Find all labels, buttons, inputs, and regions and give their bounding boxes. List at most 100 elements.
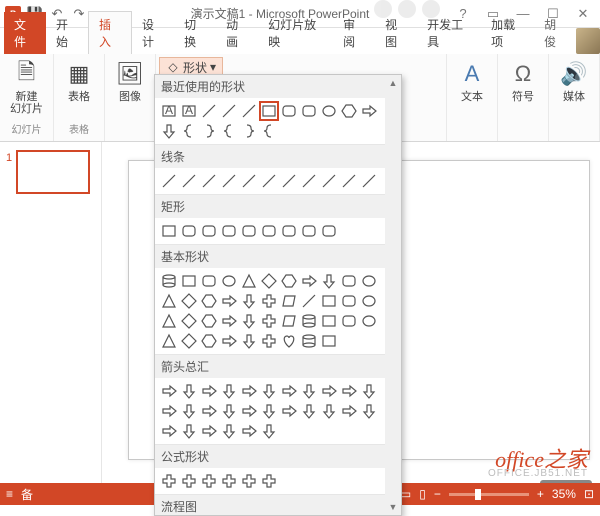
tab-design[interactable]: 设计 bbox=[132, 12, 174, 54]
shape-b16[interactable] bbox=[239, 291, 259, 311]
tab-addins[interactable]: 加载项 bbox=[481, 12, 534, 54]
shape-lbrace[interactable] bbox=[179, 121, 199, 141]
shape-a18[interactable] bbox=[279, 401, 299, 421]
shape-a26[interactable] bbox=[219, 421, 239, 441]
tab-home[interactable]: 开始 bbox=[46, 12, 88, 54]
fit-window-icon[interactable]: ⊡ bbox=[584, 487, 594, 501]
thumbnail-item[interactable]: 1 bbox=[0, 150, 101, 194]
shape-round-rect[interactable] bbox=[279, 101, 299, 121]
table-button[interactable]: ▦ 表格 bbox=[60, 57, 98, 105]
shape-b1[interactable] bbox=[159, 271, 179, 291]
shape-l1[interactable] bbox=[159, 171, 179, 191]
shape-r6[interactable] bbox=[259, 221, 279, 241]
shape-l5[interactable] bbox=[239, 171, 259, 191]
text-button[interactable]: A 文本 bbox=[453, 57, 491, 105]
shape-b13[interactable] bbox=[179, 291, 199, 311]
shape-b5[interactable] bbox=[239, 271, 259, 291]
shape-rect[interactable] bbox=[259, 101, 279, 121]
shape-a20[interactable] bbox=[319, 401, 339, 421]
image-button[interactable]: 🖼 图像 bbox=[111, 57, 149, 105]
notes-label[interactable]: 备 bbox=[21, 486, 33, 503]
shape-l9[interactable] bbox=[319, 171, 339, 191]
shape-l10[interactable] bbox=[339, 171, 359, 191]
shape-b31[interactable] bbox=[319, 311, 339, 331]
shape-r4[interactable] bbox=[219, 221, 239, 241]
shape-b33[interactable] bbox=[359, 311, 379, 331]
shape-a21[interactable] bbox=[339, 401, 359, 421]
zoom-value[interactable]: 35% bbox=[552, 487, 576, 501]
shape-b6[interactable] bbox=[259, 271, 279, 291]
shape-a27[interactable] bbox=[239, 421, 259, 441]
shape-e5[interactable] bbox=[239, 471, 259, 491]
shape-l7[interactable] bbox=[279, 171, 299, 191]
shape-a8[interactable] bbox=[299, 381, 319, 401]
shape-b15[interactable] bbox=[219, 291, 239, 311]
shape-l4[interactable] bbox=[219, 171, 239, 191]
shape-hex[interactable] bbox=[339, 101, 359, 121]
shape-arrow-d[interactable] bbox=[159, 121, 179, 141]
dropdown-scrollbar[interactable]: ▲ ▼ bbox=[385, 75, 401, 515]
shape-b11[interactable] bbox=[359, 271, 379, 291]
shape-b32[interactable] bbox=[339, 311, 359, 331]
shape-textbox[interactable]: A bbox=[159, 101, 179, 121]
shape-e2[interactable] bbox=[179, 471, 199, 491]
shape-a14[interactable] bbox=[199, 401, 219, 421]
shape-b14[interactable] bbox=[199, 291, 219, 311]
scroll-track[interactable] bbox=[385, 91, 401, 499]
shape-a1[interactable] bbox=[159, 381, 179, 401]
shape-a5[interactable] bbox=[239, 381, 259, 401]
shape-a22[interactable] bbox=[359, 401, 379, 421]
tab-animations[interactable]: 动画 bbox=[216, 12, 258, 54]
shape-round-rect2[interactable] bbox=[299, 101, 319, 121]
shape-b42[interactable] bbox=[319, 331, 339, 351]
scroll-up-icon[interactable]: ▲ bbox=[385, 75, 401, 91]
shape-lbrace2[interactable] bbox=[219, 121, 239, 141]
user-name[interactable]: 胡俊 bbox=[534, 12, 576, 54]
shape-b12[interactable] bbox=[159, 291, 179, 311]
shape-b41[interactable] bbox=[299, 331, 319, 351]
shape-a7[interactable] bbox=[279, 381, 299, 401]
tab-slideshow[interactable]: 幻灯片放映 bbox=[258, 12, 333, 54]
tab-transitions[interactable]: 切换 bbox=[174, 12, 216, 54]
shape-b19[interactable] bbox=[299, 291, 319, 311]
shape-a3[interactable] bbox=[199, 381, 219, 401]
shape-b20[interactable] bbox=[319, 291, 339, 311]
shape-b39[interactable] bbox=[259, 331, 279, 351]
shape-a17[interactable] bbox=[259, 401, 279, 421]
shape-b38[interactable] bbox=[239, 331, 259, 351]
zoom-in-icon[interactable]: + bbox=[537, 487, 544, 501]
shape-b29[interactable] bbox=[279, 311, 299, 331]
shape-a15[interactable] bbox=[219, 401, 239, 421]
shape-e1[interactable] bbox=[159, 471, 179, 491]
new-slide-button[interactable]: 🗎 新建 幻灯片 bbox=[6, 57, 47, 117]
shape-line2[interactable] bbox=[219, 101, 239, 121]
shape-b36[interactable] bbox=[199, 331, 219, 351]
shape-a23[interactable] bbox=[159, 421, 179, 441]
shape-a12[interactable] bbox=[159, 401, 179, 421]
shape-b30[interactable] bbox=[299, 311, 319, 331]
tab-review[interactable]: 审阅 bbox=[333, 12, 375, 54]
shape-a13[interactable] bbox=[179, 401, 199, 421]
shape-lbrace3[interactable] bbox=[259, 121, 279, 141]
shape-r3[interactable] bbox=[199, 221, 219, 241]
shape-b27[interactable] bbox=[239, 311, 259, 331]
shape-b21[interactable] bbox=[339, 291, 359, 311]
symbol-button[interactable]: Ω 符号 bbox=[504, 57, 542, 105]
shape-a6[interactable] bbox=[259, 381, 279, 401]
shape-a28[interactable] bbox=[259, 421, 279, 441]
shape-l3[interactable] bbox=[199, 171, 219, 191]
shape-a9[interactable] bbox=[319, 381, 339, 401]
shape-b4[interactable] bbox=[219, 271, 239, 291]
shape-e6[interactable] bbox=[259, 471, 279, 491]
tab-developer[interactable]: 开发工具 bbox=[417, 12, 481, 54]
shape-b25[interactable] bbox=[199, 311, 219, 331]
shape-r7[interactable] bbox=[279, 221, 299, 241]
shape-b18[interactable] bbox=[279, 291, 299, 311]
shape-e3[interactable] bbox=[199, 471, 219, 491]
shape-a16[interactable] bbox=[239, 401, 259, 421]
shape-b37[interactable] bbox=[219, 331, 239, 351]
shape-b3[interactable] bbox=[199, 271, 219, 291]
shape-b35[interactable] bbox=[179, 331, 199, 351]
shape-l6[interactable] bbox=[259, 171, 279, 191]
shape-a11[interactable] bbox=[359, 381, 379, 401]
